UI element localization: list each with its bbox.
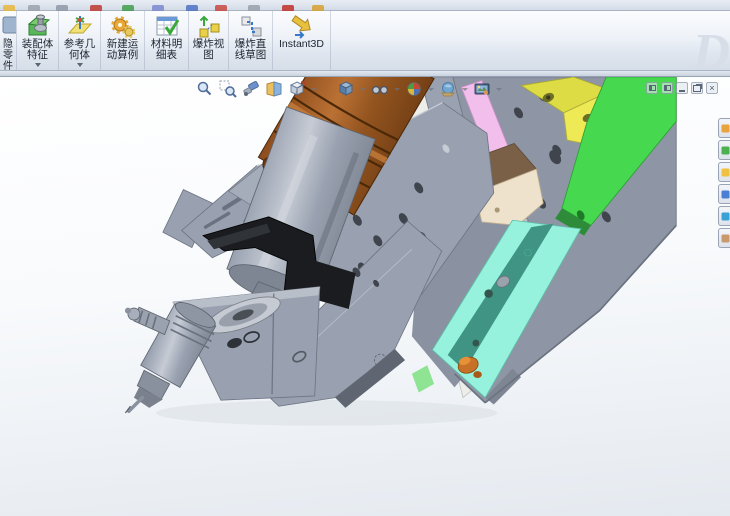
apply-scene-icon[interactable] <box>439 80 457 98</box>
edit-appearance-icon[interactable] <box>405 80 423 98</box>
button-label: 动算例 <box>106 49 139 61</box>
new-motion-study-icon <box>110 16 135 39</box>
heads-up-view-toolbar <box>196 80 502 98</box>
zoom-to-fit-icon[interactable] <box>196 80 214 98</box>
document-icon <box>721 234 730 242</box>
dropdown-arrow-icon[interactable] <box>34 63 41 67</box>
chevron-down-icon[interactable] <box>462 87 468 91</box>
chevron-down-icon[interactable] <box>428 87 434 91</box>
close-icon: × <box>709 82 715 93</box>
display-style-icon[interactable] <box>337 80 355 98</box>
tab-custom-properties[interactable] <box>718 228 730 248</box>
document-window-controls: × <box>646 82 718 94</box>
tab-file-explorer[interactable] <box>718 162 730 182</box>
model-canvas[interactable] <box>0 77 730 516</box>
mint-hole <box>484 289 493 298</box>
chevron-down-icon[interactable] <box>394 87 400 91</box>
menu-toolbar-strip <box>0 0 730 12</box>
tab-design-library[interactable] <box>718 140 730 160</box>
green-sliver <box>411 365 435 393</box>
bill-of-materials-button[interactable]: 材料明 细表 <box>145 11 189 70</box>
minimize-button[interactable] <box>676 82 688 94</box>
mint-hole <box>472 339 480 347</box>
chevron-down-icon[interactable] <box>360 87 366 91</box>
copper-fitting-tip <box>473 371 482 379</box>
chevron-down-icon[interactable] <box>496 87 502 91</box>
partial-icon <box>2 16 16 34</box>
section-view-icon[interactable] <box>265 80 283 98</box>
library-icon <box>721 146 730 154</box>
palette-icon <box>721 190 730 198</box>
button-label: 特征 <box>27 49 48 61</box>
partial-label: 件 <box>3 61 13 70</box>
yellow-block-hole-inner <box>546 95 551 100</box>
barb-tip <box>124 307 131 314</box>
toolbar-button-partial[interactable]: 隐 零 件 <box>0 11 17 70</box>
graphics-viewport[interactable]: × <box>0 77 730 516</box>
tab-solidworks-resources[interactable] <box>718 118 730 138</box>
command-manager: D 隐 零 件 装配体 特征 参考几 何体 新建运 动算例 材料明 细表 爆炸视… <box>0 11 730 81</box>
exploded-view-icon <box>199 15 219 38</box>
button-label: 何体 <box>69 49 90 61</box>
assembly-features-button[interactable]: 装配体 特征 <box>17 11 59 70</box>
button-label: Instant3D <box>279 38 324 50</box>
instant3d-button[interactable]: Instant3D <box>273 11 331 70</box>
pane-icon <box>663 85 671 91</box>
button-label: 线草图 <box>234 49 267 61</box>
assembly-features-icon <box>27 14 50 36</box>
restore-button[interactable] <box>691 82 703 94</box>
zoom-to-area-icon[interactable] <box>219 80 237 98</box>
needle <box>127 395 145 413</box>
floor-shadow <box>156 400 498 426</box>
restore-icon <box>693 84 701 92</box>
window-pane-button[interactable] <box>646 82 658 94</box>
minimize-icon <box>679 89 685 92</box>
view-orientation-icon[interactable] <box>288 80 306 98</box>
button-label: 细表 <box>156 49 177 61</box>
reference-geometry-button[interactable]: 参考几 何体 <box>59 11 101 70</box>
tab-appearances-scenes[interactable] <box>718 206 730 226</box>
home-icon <box>721 124 730 132</box>
tab-view-palette[interactable] <box>718 184 730 204</box>
exploded-view-button[interactable]: 爆炸视 图 <box>189 11 229 70</box>
window-pane-button[interactable] <box>661 82 673 94</box>
reference-geometry-icon <box>67 16 92 34</box>
tan-block-hole-small <box>494 207 500 213</box>
instant3d-icon <box>290 15 311 39</box>
hide-show-items-icon[interactable] <box>371 80 389 98</box>
chevron-down-icon[interactable] <box>311 87 317 91</box>
previous-view-icon[interactable] <box>242 80 260 98</box>
pane-icon <box>648 85 656 91</box>
explode-line-sketch-icon <box>241 16 261 37</box>
close-button[interactable]: × <box>706 82 718 94</box>
partial-label: 零 <box>3 50 13 61</box>
folder-icon <box>721 168 730 176</box>
dropdown-arrow-icon[interactable] <box>76 63 83 67</box>
button-label: 图 <box>203 49 214 61</box>
partial-label: 隐 <box>3 39 13 50</box>
globe-icon <box>721 212 730 220</box>
new-motion-study-button[interactable]: 新建运 动算例 <box>101 11 145 70</box>
view-settings-icon[interactable] <box>473 80 491 98</box>
task-pane-tabs <box>718 118 730 248</box>
bill-of-materials-icon <box>156 16 179 36</box>
solidworks-window: { "app": { "watermark": "D" }, "menu_str… <box>0 0 730 516</box>
explode-line-sketch-button[interactable]: 爆炸直 线草图 <box>229 11 273 70</box>
